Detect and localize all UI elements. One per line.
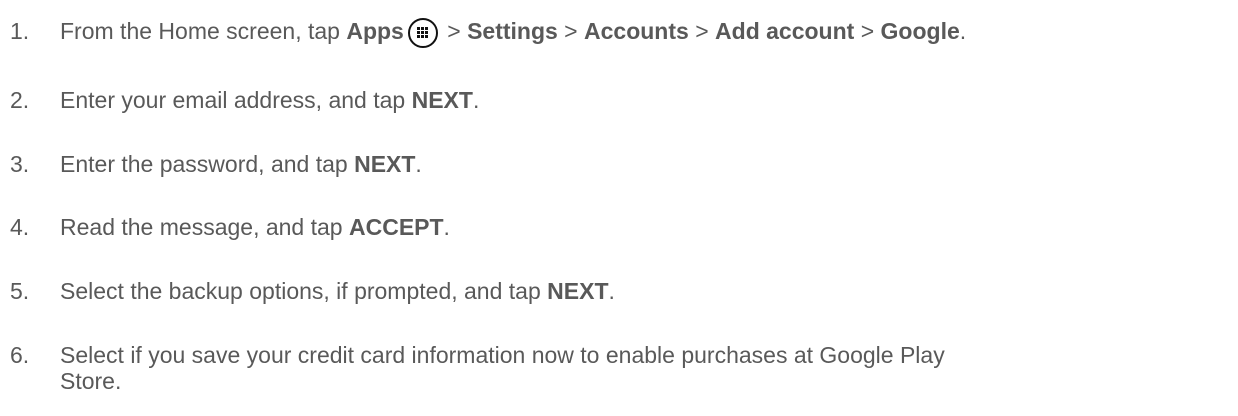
- period: .: [608, 278, 615, 304]
- separator: >: [854, 18, 881, 44]
- step-number: 2.: [10, 87, 30, 113]
- separator: >: [557, 18, 585, 44]
- step-text: Enter your email address, and tap: [60, 87, 412, 113]
- step-3: 3. Enter the password, and tap NEXT.: [10, 151, 1230, 177]
- step-number: 5.: [10, 278, 30, 304]
- settings-label: Settings: [467, 18, 558, 44]
- next-label: NEXT: [354, 151, 416, 177]
- step-text-continuation: Store.: [60, 368, 122, 394]
- step-number: 6.: [10, 342, 30, 368]
- step-number: 1.: [10, 18, 30, 44]
- instruction-steps-list: 1. From the Home screen, tap Apps > Setti…: [0, 0, 1238, 416]
- step-number: 4.: [10, 214, 30, 240]
- step-text: Enter the password, and tap: [60, 151, 355, 177]
- step-4: 4. Read the message, and tap ACCEPT.: [10, 214, 1230, 240]
- google-label: Google: [880, 18, 960, 44]
- add-account-label: Add account: [715, 18, 855, 44]
- step-number: 3.: [10, 151, 30, 177]
- next-label: NEXT: [547, 278, 609, 304]
- accounts-label: Accounts: [584, 18, 689, 44]
- period: .: [443, 214, 450, 240]
- period: .: [959, 18, 967, 44]
- step-2: 2. Enter your email address, and tap NEXT…: [10, 87, 1230, 113]
- apps-label: Apps: [346, 18, 404, 44]
- apps-grid-icon: [407, 18, 438, 48]
- step-text: Select the backup options, if prompted, …: [60, 278, 548, 304]
- step-text: From the Home screen, tap: [60, 18, 347, 44]
- step-6: 6. Select if you save your credit card in…: [10, 342, 1230, 394]
- separator: >: [688, 18, 716, 44]
- period: .: [415, 151, 422, 177]
- period: .: [472, 87, 480, 113]
- separator: >: [440, 18, 468, 44]
- step-text: Select if you save your credit card info…: [60, 342, 945, 368]
- step-1: 1. From the Home screen, tap Apps > Setti…: [10, 18, 1230, 48]
- next-label: NEXT: [411, 87, 473, 113]
- accept-label: ACCEPT: [348, 214, 444, 240]
- step-text: Read the message, and tap: [60, 214, 349, 240]
- step-5: 5. Select the backup options, if prompted…: [10, 278, 1230, 304]
